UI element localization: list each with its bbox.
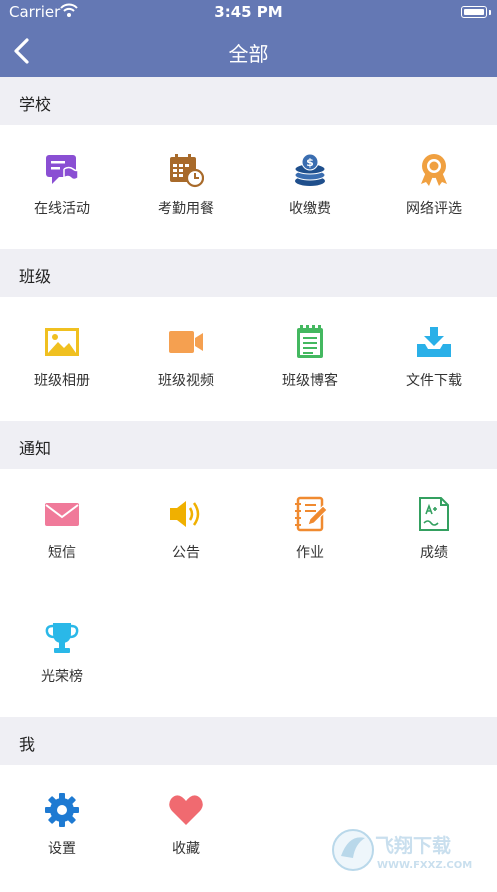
tile-label: 班级视频 — [158, 373, 214, 389]
attendance-calendar-icon — [170, 154, 204, 188]
section-grid-school: 在线活动 考勤用餐 $ 收缴费 网络评选 — [0, 125, 497, 249]
section-header-notice: 通知 — [0, 421, 497, 469]
tile-class-video[interactable]: 班级视频 — [124, 324, 248, 424]
tile-honor-roll[interactable]: 光荣榜 — [0, 620, 124, 720]
gear-icon — [45, 793, 79, 827]
svg-text:$: $ — [306, 156, 314, 169]
award-badge-icon — [421, 154, 447, 186]
watermark-text: 飞翔下载 — [375, 834, 451, 857]
tile-label: 班级相册 — [34, 373, 90, 389]
tile-label: 公告 — [172, 545, 200, 561]
trophy-icon — [45, 623, 79, 653]
tile-label: 网络评选 — [406, 201, 462, 217]
tile-sms[interactable]: 短信 — [0, 496, 124, 596]
tile-label: 短信 — [48, 545, 76, 561]
battery-tip — [489, 10, 491, 15]
battery-icon — [461, 6, 487, 18]
tile-grades[interactable]: 成绩 — [372, 496, 496, 596]
envelope-icon — [45, 503, 79, 526]
tile-class-blog[interactable]: 班级博客 — [248, 324, 372, 424]
tile-announcement[interactable]: 公告 — [124, 496, 248, 596]
status-time: 3:45 PM — [214, 3, 283, 21]
tile-attendance-meals[interactable]: 考勤用餐 — [124, 152, 248, 252]
speaker-icon — [170, 501, 200, 527]
activity-icon — [46, 155, 79, 184]
section-header-class: 班级 — [0, 249, 497, 297]
watermark-emblem-icon: 飞翔下载 WWW.FXXZ.COM — [332, 829, 472, 871]
tile-label: 设置 — [48, 841, 76, 857]
status-bar: Carrier 3:45 PM — [0, 0, 497, 24]
section-header-school: 学校 — [0, 77, 497, 125]
tile-label: 成绩 — [420, 545, 448, 561]
section-grid-notice: 短信 公告 作业 成绩 光荣榜 — [0, 469, 497, 717]
page-title: 全部 — [228, 42, 269, 66]
watermark-logo: 飞翔下载 WWW.FXXZ.COM — [331, 826, 491, 874]
tile-online-activity[interactable]: 在线活动 — [0, 152, 124, 252]
video-camera-icon — [169, 331, 203, 353]
section-grid-class: 班级相册 班级视频 班级博客 文件下载 — [0, 297, 497, 421]
tile-label: 班级博客 — [282, 373, 338, 389]
heart-icon — [169, 795, 203, 825]
tile-label: 光荣榜 — [41, 669, 83, 685]
nav-header: Carrier 3:45 PM 全部 — [0, 0, 497, 77]
section-title: 通知 — [19, 439, 52, 458]
tile-label: 收藏 — [172, 841, 200, 857]
tile-homework[interactable]: 作业 — [248, 496, 372, 596]
section-header-me: 我 — [0, 717, 497, 765]
notebook-pen-icon — [295, 496, 328, 532]
tile-label: 文件下载 — [406, 373, 462, 389]
tile-label: 在线活动 — [34, 201, 90, 217]
watermark-url: WWW.FXXZ.COM — [377, 860, 472, 871]
tile-label: 作业 — [296, 545, 324, 561]
tile-favorites[interactable]: 收藏 — [124, 792, 248, 892]
tile-file-download[interactable]: 文件下载 — [372, 324, 496, 424]
tile-online-voting[interactable]: 网络评选 — [372, 152, 496, 252]
tile-class-album[interactable]: 班级相册 — [0, 324, 124, 424]
tile-label: 收缴费 — [289, 201, 331, 217]
section-title: 班级 — [19, 267, 52, 286]
photo-album-icon — [45, 328, 79, 356]
tile-label: 考勤用餐 — [158, 201, 214, 217]
section-title: 学校 — [19, 95, 52, 114]
notepad-icon — [297, 325, 323, 358]
section-title: 我 — [19, 735, 36, 754]
report-card-icon — [419, 497, 449, 531]
coin-stack-icon: $ — [294, 153, 326, 186]
tile-settings[interactable]: 设置 — [0, 792, 124, 892]
download-tray-icon — [417, 327, 451, 357]
tile-fee-payment[interactable]: $ 收缴费 — [248, 152, 372, 252]
